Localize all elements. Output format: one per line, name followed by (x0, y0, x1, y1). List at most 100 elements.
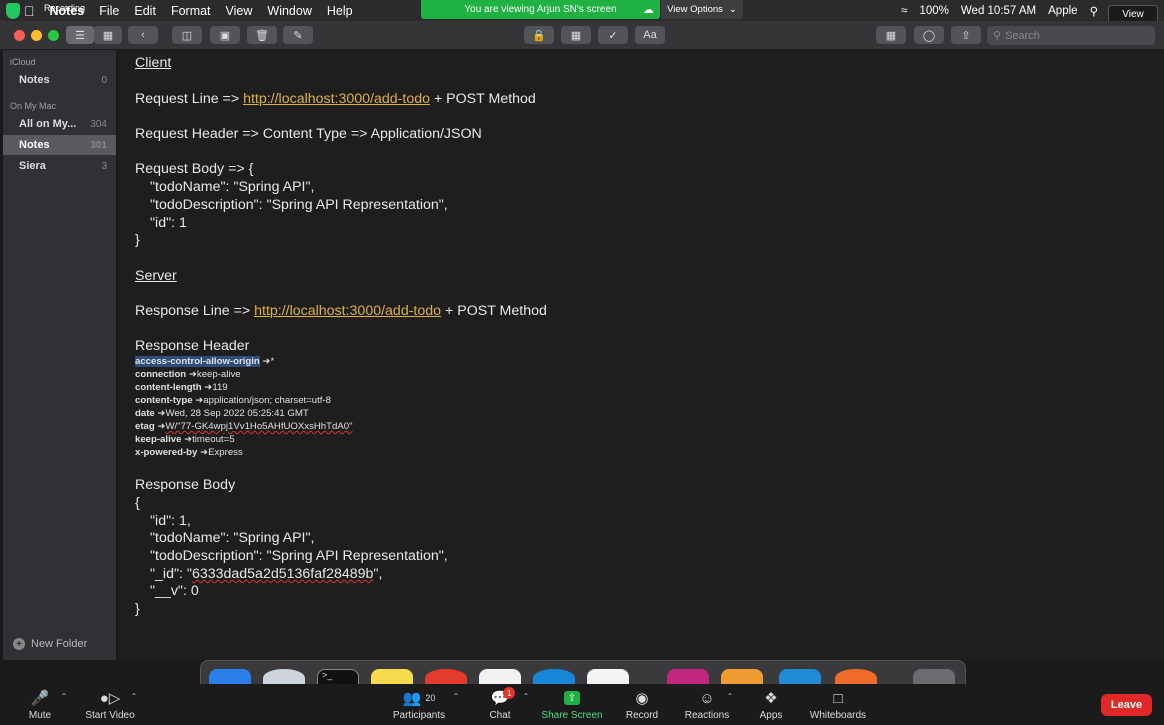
search-icon[interactable]: ⚲ (1090, 4, 1098, 18)
sidebar-item-count: 3 (101, 160, 107, 172)
menu-format[interactable]: Format (171, 4, 211, 18)
leave-label: Leave (1110, 699, 1143, 711)
notes-toolbar: ☰ ▦ ‹ ◫ ▣ 🗑 ✎ 🔒 ▦ ✓ Aa ▦ ◯ ⇧ ⚲ Search (0, 21, 1164, 50)
sidebar-item-siera[interactable]: Siera 3 (3, 156, 116, 176)
sidebar-item-icloud-notes[interactable]: Notes 0 (3, 70, 116, 90)
chat-button[interactable]: 💬 1 Chat (484, 684, 516, 725)
compose-icon[interactable]: ✎ (283, 26, 313, 44)
request-line-suffix: + POST Method (430, 91, 536, 107)
arrow-icon: ➜ (201, 382, 213, 393)
close-window-button[interactable] (14, 30, 25, 41)
apps-button[interactable]: ❖ Apps (756, 684, 786, 725)
menu-view[interactable]: View (226, 4, 253, 18)
leave-button[interactable]: Leave (1101, 694, 1152, 716)
menu-file[interactable]: File (99, 4, 119, 18)
record-button[interactable]: ◉ Record (622, 684, 662, 725)
header-value: Express (208, 447, 243, 458)
response-header-title: Response Header (135, 338, 250, 354)
attachments-icon[interactable]: ▣ (210, 26, 240, 44)
lock-icon[interactable]: 🔒 (524, 26, 554, 44)
apps-label: Apps (759, 710, 783, 721)
sidebar-header-mac: On My Mac (10, 101, 57, 111)
note-editor[interactable]: Client Request Line => http://localhost:… (118, 50, 1164, 660)
mute-button[interactable]: 🎤 Mute (22, 684, 58, 725)
sidebar-item-count: 0 (101, 74, 107, 86)
header-value: keep-alive (196, 369, 241, 380)
reactions-options-button[interactable]: ⌃ (724, 684, 736, 725)
view-options-button[interactable]: View Options ⌄ (661, 0, 743, 19)
menu-help[interactable]: Help (327, 4, 353, 18)
chat-options-button[interactable]: ⌃ (520, 684, 532, 725)
arrow-icon: ➜ (186, 369, 197, 380)
zoom-window-button[interactable] (48, 30, 59, 41)
response-header-row: content-length ➜119 (135, 382, 228, 395)
search-placeholder: Search (1005, 29, 1040, 42)
checklist-icon[interactable]: ✓ (598, 26, 628, 44)
new-folder-button[interactable]: + New Folder (13, 638, 87, 650)
response-body-title: Response Body (135, 477, 236, 493)
trash-icon[interactable]: 🗑 (247, 26, 277, 44)
id-value: 6333dad5a2d5136faf28489b (191, 566, 374, 582)
share-icon[interactable]: ⇧ (951, 26, 981, 44)
table-icon[interactable]: ▦ (561, 26, 591, 44)
request-line-prefix: Request Line => (135, 91, 244, 107)
request-body-line: "todoDescription": "Spring API Represent… (150, 197, 448, 213)
participants-options-button[interactable]: ⌃ (450, 684, 462, 725)
list-view-button[interactable]: ☰ (66, 26, 94, 44)
record-icon: ◉ (635, 690, 649, 707)
share-screen-button[interactable]: ⇧ Share Screen (540, 684, 604, 725)
plus-icon: + (13, 638, 25, 650)
collaborate-icon[interactable]: ◯ (914, 26, 944, 44)
recording-indicator: Recording (6, 2, 85, 20)
menu-bar: Recording  Notes File Edit Format View … (0, 0, 1164, 24)
wifi-icon[interactable]: ≈ (901, 5, 907, 17)
share-attachments-icon[interactable]: ▦ (876, 26, 906, 44)
mute-options-button[interactable]: ⌃ (58, 684, 70, 725)
shield-icon (6, 3, 20, 19)
participants-button[interactable]: 👥 20 Participants (391, 684, 447, 725)
sidebar-toggle-icon[interactable]: ◫ (172, 26, 202, 44)
menu-window[interactable]: Window (267, 4, 311, 18)
request-line: Request Line => http://localhost:3000/ad… (135, 91, 536, 109)
response-body-open: { (135, 495, 140, 511)
header-key: keep-alive (135, 434, 182, 445)
arrow-icon: ➜ (181, 434, 193, 445)
header-key: access-control-allow-origin (135, 356, 260, 367)
sidebar-item-notes[interactable]: Notes 301 (3, 135, 116, 155)
view-options-label: View Options (667, 4, 723, 15)
chat-icon: 💬 1 (491, 687, 516, 707)
back-button[interactable]: ‹ (128, 26, 158, 44)
sidebar-item-label: All on My... (19, 118, 77, 130)
record-label: Record (625, 710, 659, 721)
whiteboards-button[interactable]: □ Whiteboards (807, 684, 869, 725)
header-key: content-length (135, 382, 202, 393)
request-body-line: "id": 1 (150, 215, 187, 231)
header-key: connection (135, 369, 187, 380)
battery-percent[interactable]: 100% (919, 5, 948, 17)
header-key: etag (135, 421, 155, 432)
gallery-view-button[interactable]: ▦ (94, 26, 122, 44)
request-url-link[interactable]: http://localhost:3000/add-todo (243, 91, 430, 107)
search-field[interactable]: ⚲ Search (987, 26, 1155, 45)
menu-status-area: ≈ 100% Wed 10:57 AM Apple ⚲ (889, 0, 1098, 21)
mute-label: Mute (28, 710, 52, 721)
response-body-id-line: "_id": "6333dad5a2d5136faf28489b", (150, 566, 382, 584)
menu-edit[interactable]: Edit (134, 4, 156, 18)
sidebar-header-icloud: iCloud (10, 57, 36, 67)
sidebar-item-all-on-mac[interactable]: All on My... 304 (3, 114, 116, 134)
sidebar-item-count: 301 (90, 139, 107, 151)
zoom-controls: 🎤 Mute ⌃ ●▷ Start Video ⌃ 👥 20 Participan… (0, 684, 1164, 725)
chat-label: Chat (489, 710, 511, 721)
participants-icon: 👥 20 (402, 690, 436, 707)
minimize-window-button[interactable] (31, 30, 42, 41)
response-header-row: content-type ➜application/json; charset=… (135, 395, 331, 408)
header-key: content-type (135, 395, 193, 406)
clock[interactable]: Wed 10:57 AM (961, 5, 1036, 17)
format-icon[interactable]: Aa (635, 26, 665, 44)
response-url-link[interactable]: http://localhost:3000/add-todo (254, 303, 441, 319)
video-options-button[interactable]: ⌃ (128, 684, 140, 725)
user-menu[interactable]: Apple (1048, 5, 1077, 17)
id-prefix: "_id": " (150, 566, 192, 582)
apple-icon[interactable]:  (24, 3, 35, 19)
chevron-down-icon: ⌄ (728, 4, 737, 15)
